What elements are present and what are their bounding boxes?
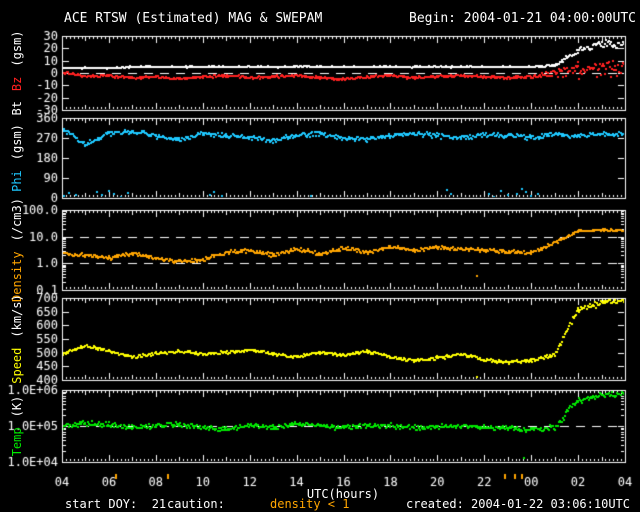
- bt-bz-units-label: (gsm): [10, 30, 24, 67]
- phi-units-label: (gsm): [10, 124, 24, 161]
- bt-label: Bt: [10, 101, 24, 116]
- temp-label: Temp: [10, 427, 24, 457]
- speed-units-label: (km/s): [10, 294, 24, 338]
- created-timestamp: created: 2004-01-22 03:06:10UTC: [406, 497, 630, 511]
- y-axis-label-temp: Temp (K): [10, 396, 24, 457]
- bz-label: Bz: [10, 76, 24, 92]
- chart-canvas: [0, 0, 640, 512]
- y-axis-label-density: Density (/cm3): [10, 198, 24, 302]
- y-axis-label-speed: Speed (km/s): [10, 294, 24, 383]
- begin-timestamp: Begin: 2004-01-21 04:00:00UTC: [409, 11, 636, 26]
- caution-label: caution:: [167, 497, 225, 511]
- density-units-label: (/cm3): [10, 198, 24, 242]
- caution-value: density < 1: [270, 497, 350, 511]
- phi-label: Phi: [10, 170, 24, 192]
- chart-title: ACE RTSW (Estimated) MAG & SWEPAM: [64, 11, 323, 26]
- start-doy-text: start DOY: 21: [65, 497, 167, 511]
- speed-label: Speed: [10, 347, 24, 384]
- temp-units-label: (K): [10, 395, 24, 418]
- y-axis-label-phi: Phi (gsm): [10, 124, 24, 192]
- y-axis-label-bt-bz: Bt Bz (gsm): [10, 30, 24, 115]
